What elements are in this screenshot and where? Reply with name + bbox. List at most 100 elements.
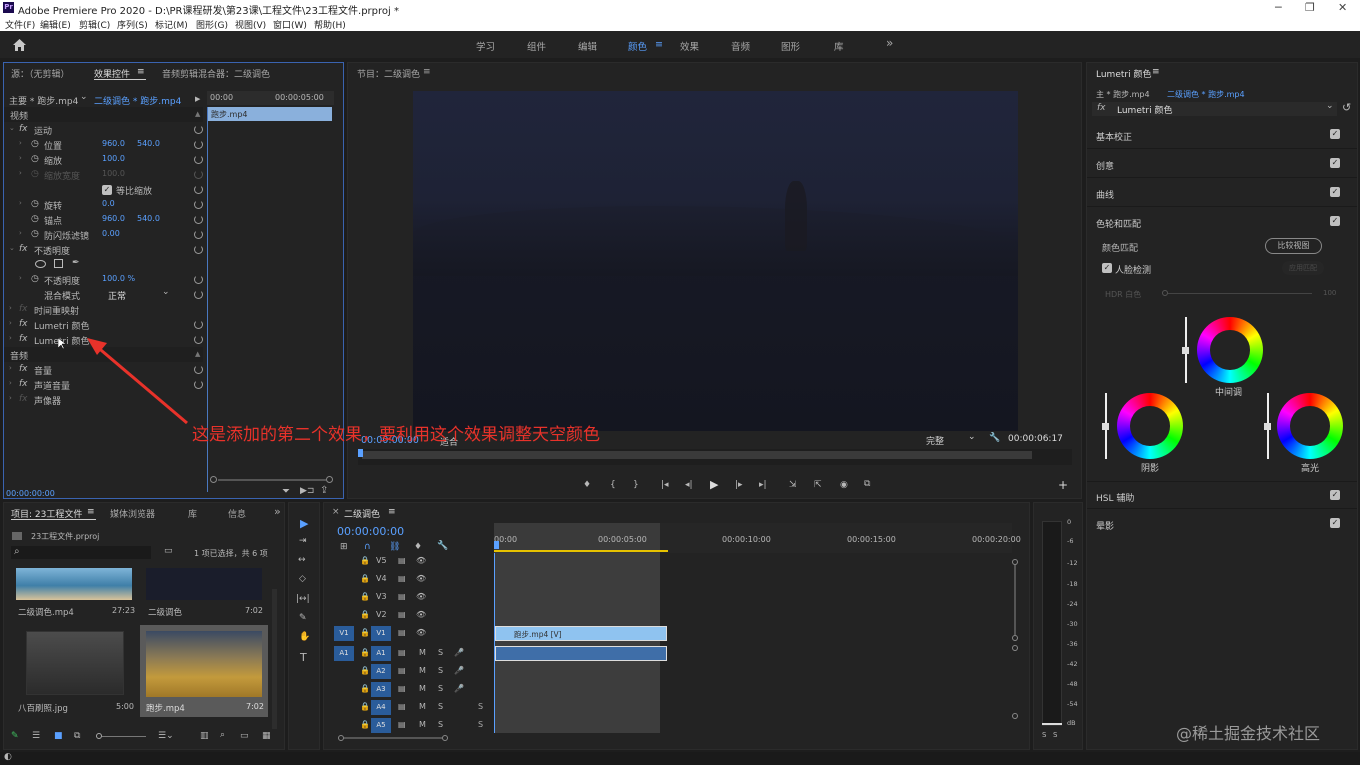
mark-in-icon[interactable]: { xyxy=(610,480,616,490)
lift-icon[interactable]: ⇲ xyxy=(789,480,797,490)
workspace-editing[interactable]: 编辑 xyxy=(578,39,597,53)
sequence-tab[interactable]: 二级调色 xyxy=(344,507,380,520)
midtones-slider-handle[interactable] xyxy=(1182,347,1189,354)
sync-lock-icon[interactable]: ▤ xyxy=(398,610,406,619)
export-frame-icon[interactable]: ⇪ xyxy=(320,485,328,496)
snap-icon[interactable]: ∩ xyxy=(364,542,371,552)
icon-view-icon[interactable]: ■ xyxy=(54,731,63,741)
program-menu-icon[interactable]: ≡ xyxy=(423,67,431,77)
tab-media-browser[interactable]: 媒体浏览器 xyxy=(110,507,155,520)
uniform-reset-icon[interactable] xyxy=(194,185,203,194)
slip-tool-icon[interactable]: |↔| xyxy=(296,594,310,604)
face-detect-checkbox[interactable]: ✓ xyxy=(1102,263,1112,273)
find-icon[interactable]: ⌕ xyxy=(220,730,225,740)
ellipse-mask-icon[interactable] xyxy=(35,260,46,268)
lumetri-effect-1-row[interactable]: › fx Lumetri 颜色 xyxy=(4,317,204,332)
linked-selection-icon[interactable]: ⛓ xyxy=(389,542,400,552)
time-remap-expand-icon[interactable]: › xyxy=(9,304,12,312)
item-4-name[interactable]: 跑步.mp4 xyxy=(146,702,185,714)
midtones-color-wheel[interactable] xyxy=(1197,317,1263,383)
highlights-slider-handle[interactable] xyxy=(1264,423,1271,430)
scale-reset-icon[interactable] xyxy=(194,155,203,164)
position-x-value[interactable]: 960.0 xyxy=(102,139,125,148)
meter-solo-left[interactable]: S xyxy=(1042,731,1046,739)
fx-badge[interactable]: fx xyxy=(19,124,28,134)
quality-dropdown-icon[interactable]: ⌄ xyxy=(968,432,976,442)
voiceover-mic-icon[interactable]: 🎤 xyxy=(454,648,464,657)
highlights-color-wheel[interactable] xyxy=(1277,393,1343,459)
track-a3-button[interactable]: A3 xyxy=(371,682,391,697)
go-to-out-icon[interactable]: ▸| xyxy=(759,480,767,490)
lock-icon[interactable]: 🔒 xyxy=(360,592,370,601)
project-menu-icon[interactable]: ≡ xyxy=(87,507,95,517)
blend-mode-select[interactable]: 正常 xyxy=(108,289,126,302)
eye-icon[interactable]: 👁 xyxy=(416,574,426,583)
workspace-assembly[interactable]: 组件 xyxy=(527,39,546,53)
step-back-icon[interactable]: ◂| xyxy=(685,480,693,490)
color-wheels-checkbox[interactable]: ✓ xyxy=(1330,216,1340,226)
nest-icon[interactable]: ⊞ xyxy=(340,542,348,552)
fx-opacity-row[interactable]: ⌄ fx 不透明度 xyxy=(4,242,204,257)
add-button-icon[interactable]: + xyxy=(1058,478,1068,492)
opacity-expand-icon[interactable]: ⌄ xyxy=(9,244,15,252)
eye-icon[interactable]: 👁 xyxy=(416,628,426,637)
lock-icon[interactable]: 🔒 xyxy=(360,610,370,619)
ripple-edit-tool-icon[interactable]: ↔ xyxy=(298,555,306,565)
audio-clip-running[interactable] xyxy=(495,646,667,661)
volume-reset-icon[interactable] xyxy=(194,365,203,374)
thumb-sequence[interactable] xyxy=(146,568,262,600)
timeline-playhead[interactable] xyxy=(494,541,499,549)
pen-tool-icon[interactable]: ✎ xyxy=(299,613,307,623)
channel-volume-reset-icon[interactable] xyxy=(194,380,203,389)
lumetri-menu-icon[interactable]: ≡ xyxy=(1152,67,1160,77)
track-a5[interactable]: 🔒 A5 ▤ M S S xyxy=(324,717,492,735)
anchor-reset-icon[interactable] xyxy=(194,215,203,224)
opacity-value-expand-icon[interactable]: › xyxy=(19,274,22,282)
source-a1-button[interactable]: A1 xyxy=(334,646,354,661)
video-collapse-icon[interactable]: ▲ xyxy=(195,110,200,118)
ec-zoom-scrollbar[interactable] xyxy=(208,476,333,483)
solo-button[interactable]: S xyxy=(438,648,443,657)
program-title[interactable]: 节目：二级调色 xyxy=(357,67,420,80)
work-area-bar[interactable] xyxy=(494,550,668,552)
sync-lock-icon[interactable]: ▤ xyxy=(398,574,406,583)
mute-button[interactable]: M xyxy=(419,666,426,675)
opacity-value[interactable]: 100.0 % xyxy=(102,274,135,283)
mute-button[interactable]: M xyxy=(419,684,426,693)
anchor-x-value[interactable]: 960.0 xyxy=(102,214,125,223)
uniform-scale-checkbox[interactable]: ✓ xyxy=(102,185,112,195)
menu-sequence[interactable]: 序列(S) xyxy=(117,18,148,31)
workspace-learn[interactable]: 学习 xyxy=(476,39,495,53)
add-marker-icon[interactable]: ♦ xyxy=(414,542,422,552)
anchor-y-value[interactable]: 540.0 xyxy=(137,214,160,223)
fx-badge[interactable]: fx xyxy=(19,379,28,389)
play-through-icon[interactable]: ▶⊐ xyxy=(300,486,314,496)
home-icon[interactable] xyxy=(13,39,26,51)
timeline-vertical-scroll[interactable] xyxy=(1012,559,1018,719)
shadows-slider-handle[interactable] xyxy=(1102,423,1109,430)
position-y-value[interactable]: 540.0 xyxy=(137,139,160,148)
sequence-clip-label[interactable]: 二级调色 * 跑步.mp4 xyxy=(94,94,181,107)
position-expand-icon[interactable]: › xyxy=(19,139,22,147)
item-3-name[interactable]: 八百刷照.jpg xyxy=(18,702,68,714)
lumetri-effect-select[interactable]: fx Lumetri 颜色 ⌄ xyxy=(1092,101,1337,116)
sync-lock-icon[interactable]: ▤ xyxy=(398,592,406,601)
lumetri2-expand-icon[interactable]: › xyxy=(9,334,12,342)
volume-expand-icon[interactable]: › xyxy=(9,364,12,372)
track-a2-button[interactable]: A2 xyxy=(371,664,391,679)
mark-out-icon[interactable]: } xyxy=(633,480,639,490)
rotation-reset-icon[interactable] xyxy=(194,200,203,209)
close-sequence-icon[interactable]: × xyxy=(332,507,340,517)
flicker-expand-icon[interactable]: › xyxy=(19,229,22,237)
workspace-menu-icon[interactable]: ≡ xyxy=(655,39,663,50)
lock-icon[interactable]: 🔒 xyxy=(360,666,370,675)
video-clip-running[interactable]: 跑步.mp4 [V] xyxy=(495,626,667,641)
timeline-header-scrollbar[interactable] xyxy=(338,735,448,741)
timeline-ruler[interactable]: 00:00 00:00:05:00 00:00:10:00 00:00:15:0… xyxy=(494,523,1021,553)
opacity-reset-icon[interactable] xyxy=(194,275,203,284)
track-v2[interactable]: 🔒 V2 ▤ 👁 xyxy=(324,607,492,625)
lumetri-seq-clip[interactable]: 二级调色 * 跑步.mp4 xyxy=(1167,89,1245,100)
mute-button[interactable]: M xyxy=(419,702,426,711)
track-a4[interactable]: 🔒 A4 ▤ M S S xyxy=(324,699,492,717)
track-v1-button[interactable]: V1 xyxy=(371,626,391,641)
